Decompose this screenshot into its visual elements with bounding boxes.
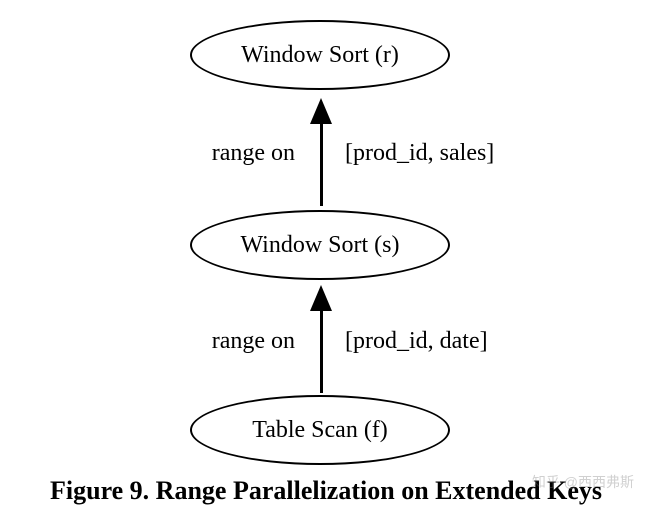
- arrow-to-top: [310, 98, 332, 206]
- edge-bottom-left-label: range on: [135, 328, 295, 355]
- arrow-shaft: [320, 124, 323, 206]
- node-label: Window Sort (s): [240, 232, 399, 259]
- plan-diagram: Window Sort (r) range on [prod_id, sales…: [0, 0, 652, 514]
- node-window-sort-r: Window Sort (r): [190, 20, 450, 90]
- arrow-head-icon: [310, 98, 332, 124]
- watermark: 知乎 @西西弗斯: [532, 472, 634, 492]
- arrow-to-middle: [310, 285, 332, 393]
- node-label: Table Scan (f): [252, 417, 388, 444]
- arrow-shaft: [320, 311, 323, 393]
- node-window-sort-s: Window Sort (s): [190, 210, 450, 280]
- edge-bottom-right-label: [prod_id, date]: [345, 328, 565, 355]
- node-table-scan-f: Table Scan (f): [190, 395, 450, 465]
- edge-top-right-label: [prod_id, sales]: [345, 140, 565, 167]
- edge-top-left-label: range on: [135, 140, 295, 167]
- arrow-head-icon: [310, 285, 332, 311]
- node-label: Window Sort (r): [241, 42, 399, 69]
